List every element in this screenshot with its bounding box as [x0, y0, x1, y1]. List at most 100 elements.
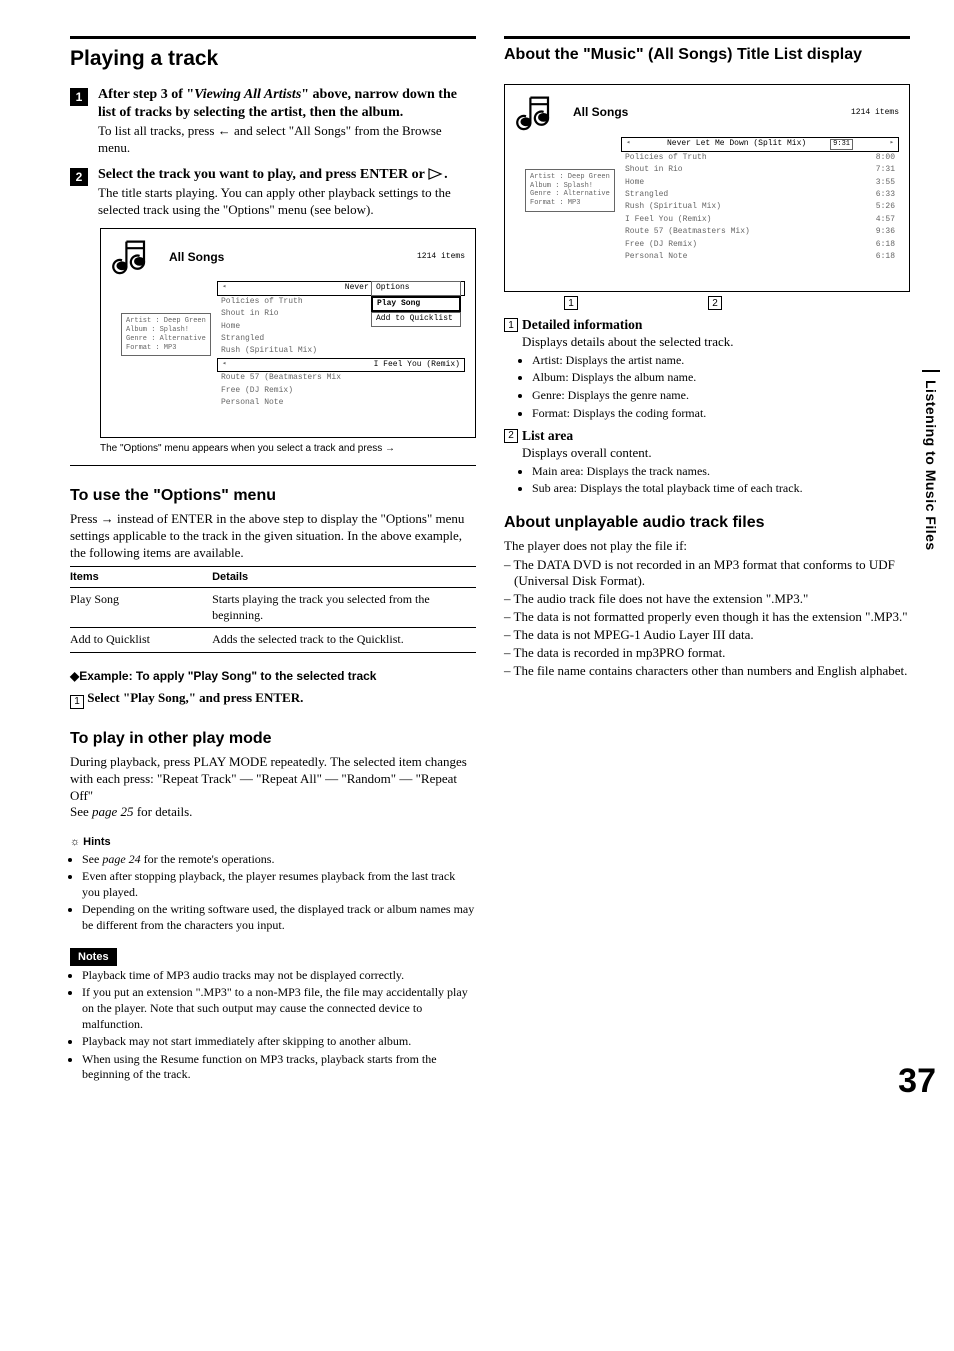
table-row: Add to Quicklist Adds the selected track… — [70, 628, 476, 653]
list-item: Personal Note6:18 — [621, 251, 899, 263]
list-item: The data is recorded in mp3PRO format. — [504, 645, 910, 662]
music-note-icon — [111, 235, 155, 279]
ui-detail-artist: Artist : Deep Green — [126, 317, 206, 326]
ui-options-title: Options — [371, 281, 461, 295]
list-item: ◂ Never Let Me Down (Split Mix)9:31 ▸ — [621, 137, 899, 152]
callout-1: 1 — [564, 296, 578, 310]
ui-detail-genre: Genre : Alternative — [126, 335, 206, 344]
list-item: Playback may not start immediately after… — [82, 1034, 476, 1050]
list-item: Route 57 (Beatmasters Mix — [217, 372, 465, 384]
list-item: Personal Note — [217, 397, 465, 409]
ui-detail-format: Format : MP3 — [126, 344, 206, 353]
list-item: Playback time of MP3 audio tracks may no… — [82, 968, 476, 984]
list-item: Free (DJ Remix)6:18 — [621, 239, 899, 251]
list-item: If you put an extension ".MP3" to a non-… — [82, 985, 476, 1032]
d1-desc: Displays details about the selected trac… — [522, 334, 910, 351]
list-item: Rush (Spiritual Mix)5:26 — [621, 201, 899, 213]
step-number-1: 1 — [70, 88, 88, 106]
step2-head-post: . — [444, 167, 448, 182]
list-item: Genre: Displays the genre name. — [532, 388, 910, 404]
list-item: The file name contains characters other … — [504, 663, 910, 680]
play-mode-see: See page 25 for details. — [70, 804, 476, 821]
chevron-left-icon: ◂ — [222, 360, 226, 370]
ui-items-count: 1214 items — [417, 252, 465, 262]
play-mode-text: During playback, press PLAY MODE repeate… — [70, 754, 476, 805]
list-item: Sub area: Displays the total playback ti… — [532, 481, 910, 497]
ui-detail-album: Album : Splash! — [126, 326, 206, 335]
ui-option-item: Add to Quicklist — [371, 312, 461, 326]
arrow-right-icon: → — [101, 511, 114, 526]
list-item: Shout in Rio7:31 — [621, 164, 899, 176]
ui-detail-box: Artist : Deep Green Album : Splash! Genr… — [121, 313, 211, 356]
callout-2: 2 — [708, 296, 722, 310]
ui-title: All Songs — [169, 250, 224, 266]
table-row: Play Song Starts playing the track you s… — [70, 588, 476, 628]
step1-head-em: Viewing All Artists — [194, 87, 301, 102]
table-header-details: Details — [212, 566, 476, 587]
heading-play-mode: To play in other play mode — [70, 729, 476, 750]
boxed-number-1: 1 — [70, 695, 84, 709]
chevron-left-icon: ◂ — [222, 283, 226, 293]
arrow-left-icon: ← — [218, 123, 231, 138]
list-item: Album: Displays the album name. — [532, 370, 910, 386]
right-column: About the "Music" (All Songs) Title List… — [504, 36, 910, 1085]
music-note-icon — [515, 91, 559, 135]
d1-list: Artist: Displays the artist name. Album:… — [522, 353, 910, 421]
boxed-number-2: 2 — [504, 429, 518, 443]
list-item: See page 24 for the remote's operations. — [82, 852, 476, 868]
chevron-right-icon: ▸ — [890, 139, 894, 150]
heading-playing-track: Playing a track — [70, 36, 476, 72]
list-item: I Feel You (Remix)4:57 — [621, 214, 899, 226]
notes-label: Notes — [70, 948, 117, 966]
options-table: Items Details Play Song Starts playing t… — [70, 566, 476, 653]
left-column: Playing a track 1 After step 3 of "Viewi… — [70, 36, 476, 1085]
heading-about-music: About the "Music" (All Songs) Title List… — [504, 36, 910, 66]
step-number-2: 2 — [70, 168, 88, 186]
list-item: Format: Displays the coding format. — [532, 406, 910, 422]
label-list-area: 2 List area — [504, 427, 910, 445]
list-item: Home3:55 — [621, 177, 899, 189]
step1-head-pre: After step 3 of " — [98, 87, 194, 102]
list-item: Even after stopping playback, the player… — [82, 869, 476, 900]
ui-items-count: 1214 items — [851, 108, 899, 118]
notes-list: Playback time of MP3 audio tracks may no… — [70, 968, 476, 1083]
chevron-left-icon: ◂ — [626, 139, 630, 150]
ui-detail-box: Artist : Deep Green Album : Splash! Genr… — [525, 169, 615, 212]
unplay-list: The DATA DVD is not recorded in an MP3 f… — [504, 557, 910, 680]
step1-text-pre: To list all tracks, press — [98, 123, 218, 138]
list-item: Artist: Displays the artist name. — [532, 353, 910, 369]
example-step: 1 Select "Play Song," and press ENTER. — [70, 690, 476, 709]
heading-options-menu: To use the "Options" menu — [70, 486, 476, 507]
hints-list: See page 24 for the remote's operations.… — [70, 852, 476, 934]
ui-music-list-display: All Songs 1214 items Artist : Deep Green… — [504, 84, 910, 293]
list-item: The DATA DVD is not recorded in an MP3 f… — [504, 557, 910, 591]
ui-music-list-with-options: All Songs 1214 items Artist : Deep Green… — [100, 228, 476, 438]
ui-callouts: 1 2 — [504, 296, 910, 310]
list-item: The data is not formatted properly even … — [504, 609, 910, 626]
list-item: Rush (Spiritual Mix) — [217, 345, 465, 357]
play-icon — [428, 166, 444, 184]
step2-text: The title starts playing. You can apply … — [98, 185, 476, 219]
side-tab: Listening to Music Files — [922, 370, 940, 551]
list-item: Policies of Truth8:00 — [621, 152, 899, 164]
ui-title: All Songs — [573, 105, 628, 121]
list-item: The data is not MPEG-1 Audio Layer III d… — [504, 627, 910, 644]
label-detailed-info: 1 Detailed information — [504, 316, 910, 334]
ui-option-item: Play Song — [371, 296, 461, 312]
unplay-intro: The player does not play the file if: — [504, 538, 910, 555]
list-item: Strangled — [217, 333, 465, 345]
d2-list: Main area: Displays the track names. Sub… — [522, 464, 910, 497]
list-item: When using the Resume function on MP3 tr… — [82, 1052, 476, 1083]
hint-bulb-icon: ☼ — [70, 836, 80, 848]
page-number: 37 — [898, 1059, 936, 1103]
divider — [70, 465, 476, 466]
boxed-number-1: 1 — [504, 318, 518, 332]
list-item: Main area: Displays the track names. — [532, 464, 910, 480]
step-2: 2 Select the track you want to play, and… — [70, 166, 476, 218]
step-1: 1 After step 3 of "Viewing All Artists" … — [70, 86, 476, 156]
ui-track-list: ◂ Never Let Me Down (Split Mix)9:31 ▸ Po… — [621, 137, 899, 264]
options-text: Press → instead of ENTER in the above st… — [70, 511, 476, 562]
hints-label: ☼ Hints — [70, 835, 476, 849]
heading-unplayable: About unplayable audio track files — [504, 513, 910, 534]
arrow-right-icon: → — [385, 443, 395, 454]
